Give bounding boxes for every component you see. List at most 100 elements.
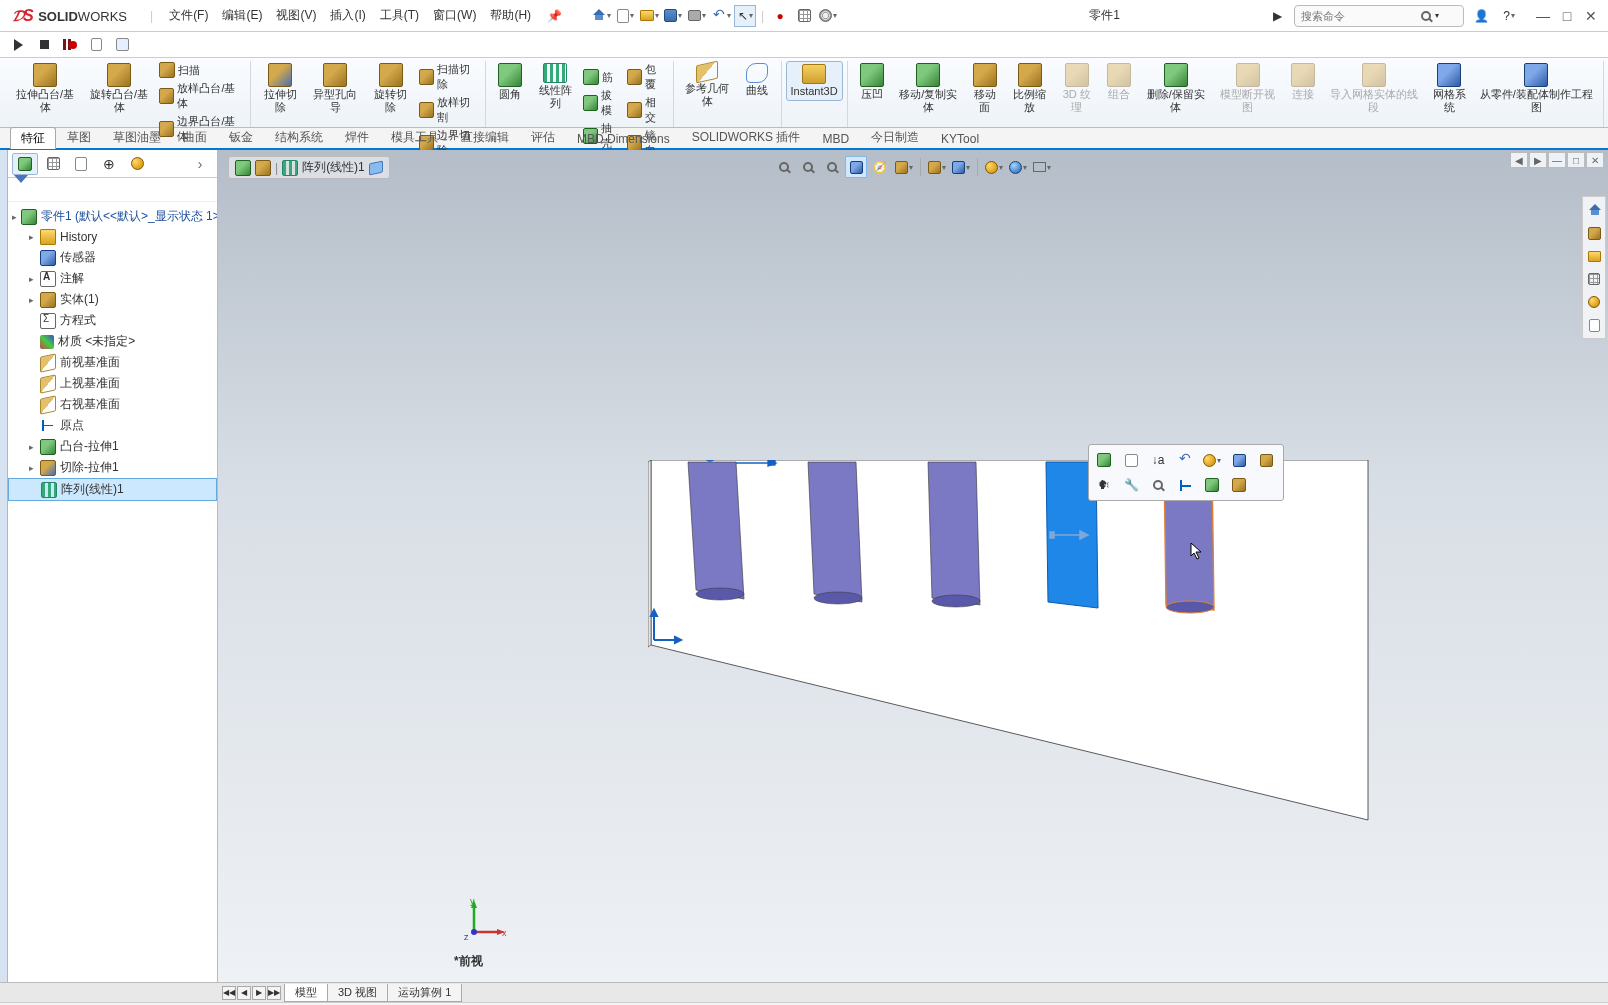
mesh-button[interactable]: 网格系统: [1424, 61, 1474, 115]
tab-addins[interactable]: SOLIDWORKS 插件: [681, 126, 812, 148]
intersect-button[interactable]: 相交: [624, 94, 668, 126]
tree-linear-pattern[interactable]: 阵列(线性)1: [8, 478, 217, 501]
tab-ink[interactable]: 草图油墨: [102, 126, 172, 148]
tree-front-plane[interactable]: 前视基准面: [8, 352, 217, 373]
btab-prev-icon[interactable]: ◀: [237, 986, 251, 1000]
help-icon[interactable]: ? ▾: [1498, 5, 1520, 27]
rib-button[interactable]: 筋: [580, 68, 624, 86]
menu-insert[interactable]: 插入(I): [324, 4, 371, 27]
tree-history[interactable]: ▸History: [8, 227, 217, 247]
taskpane-appearance-icon[interactable]: [1584, 292, 1604, 312]
tab-weld[interactable]: 焊件: [334, 126, 380, 148]
tab-eval[interactable]: 评估: [520, 126, 566, 148]
curves-button[interactable]: 曲线: [737, 61, 777, 109]
save-icon[interactable]: ▾: [662, 5, 684, 27]
tab-direct[interactable]: 直接编辑: [450, 126, 520, 148]
tab-surface[interactable]: 曲面: [172, 126, 218, 148]
move-face-button[interactable]: 移动面: [965, 61, 1005, 115]
vp-close-icon[interactable]: ✕: [1586, 152, 1604, 168]
macro-stop-icon[interactable]: [34, 35, 54, 55]
tab-instant[interactable]: 今日制造: [860, 126, 930, 148]
tab-mbd-dim[interactable]: MBD Dimensions: [566, 129, 681, 148]
tab-mbd[interactable]: MBD: [811, 129, 860, 148]
menu-tools[interactable]: 工具(T): [374, 4, 425, 27]
vp-min-icon[interactable]: —: [1548, 152, 1566, 168]
task-pane-toggle-icon[interactable]: ▶: [1266, 5, 1288, 27]
btab-model[interactable]: 模型: [284, 984, 328, 1002]
view-orientation-icon[interactable]: ▾: [893, 156, 915, 178]
menu-edit[interactable]: 编辑(E): [216, 4, 268, 27]
loft-cut-button[interactable]: 放样切割: [416, 94, 482, 126]
wrap-button[interactable]: 包覆: [624, 61, 668, 93]
print-icon[interactable]: ▾: [686, 5, 708, 27]
ctx-measure-icon[interactable]: 🔧: [1120, 474, 1142, 496]
btab-next-icon[interactable]: ▶: [252, 986, 266, 1000]
search-input[interactable]: [1301, 10, 1421, 22]
section-view-icon[interactable]: [845, 156, 867, 178]
btab-last-icon[interactable]: ▶▶: [267, 986, 281, 1000]
move-copy-button[interactable]: 移动/复制实体: [892, 61, 965, 115]
tree-boss-extrude[interactable]: ▸凸台-拉伸1: [8, 436, 217, 457]
open-icon[interactable]: ▾: [638, 5, 660, 27]
model-geometry[interactable]: [648, 460, 1378, 840]
instant3d-button[interactable]: Instant3D: [786, 61, 843, 101]
taskpane-resources-icon[interactable]: [1584, 223, 1604, 243]
tab-mold[interactable]: 模具工具: [380, 126, 450, 148]
btab-3dview[interactable]: 3D 视图: [327, 984, 388, 1002]
vp-next-icon[interactable]: ▶: [1529, 152, 1547, 168]
menu-view[interactable]: 视图(V): [270, 4, 322, 27]
search-icon[interactable]: [1421, 11, 1431, 21]
tree-solid-bodies[interactable]: ▸实体(1): [8, 289, 217, 310]
tab-struct[interactable]: 结构系统: [264, 126, 334, 148]
hide-show-icon[interactable]: ▾: [950, 156, 972, 178]
close-button[interactable]: ✕: [1580, 6, 1602, 26]
taskpane-view-palette-icon[interactable]: [1584, 269, 1604, 289]
scale-button[interactable]: 比例缩放: [1005, 61, 1055, 115]
select-icon[interactable]: ↖▾: [734, 5, 756, 27]
edit-appearance-icon[interactable]: ▾: [983, 156, 1005, 178]
tree-cut-extrude[interactable]: ▸切除-拉伸1: [8, 457, 217, 478]
tree-origin[interactable]: 原点: [8, 415, 217, 436]
tree-tab-feature-icon[interactable]: [12, 153, 38, 175]
search-box[interactable]: ▾: [1294, 5, 1464, 27]
taskpane-home-icon[interactable]: [1584, 200, 1604, 220]
undo-icon[interactable]: ▾: [710, 5, 732, 27]
tree-tab-property-icon[interactable]: [40, 153, 66, 175]
ctx-zoom-fit-icon[interactable]: [1147, 474, 1169, 496]
loft-boss-button[interactable]: 放样凸台/基体: [156, 80, 246, 112]
tree-tab-dimexpert-icon[interactable]: ⊕: [96, 153, 122, 175]
previous-view-icon[interactable]: [821, 156, 843, 178]
menu-help[interactable]: 帮助(H): [484, 4, 537, 27]
zoom-fit-icon[interactable]: [773, 156, 795, 178]
indent-button[interactable]: 压凹: [852, 61, 892, 115]
maximize-button[interactable]: □: [1556, 6, 1578, 26]
tree-tab-more-icon[interactable]: ›: [187, 153, 213, 175]
ctx-normal-to-icon[interactable]: ↓a: [1147, 449, 1169, 471]
feature-tree[interactable]: ▸零件1 (默认<<默认>_显示状态 1>) ▸History 传感器 ▸注解 …: [8, 202, 217, 982]
options-list-icon[interactable]: [793, 5, 815, 27]
ctx-zoom-selection-icon[interactable]: [1120, 449, 1142, 471]
viewport[interactable]: ◀ ▶ — □ ✕ | 阵列(线性)1 🧭 ▾ ▾ ▾ ▾: [218, 150, 1608, 982]
delete-keep-button[interactable]: 删除/保留实体: [1139, 61, 1212, 115]
ctx-save-selection-icon[interactable]: [1255, 449, 1277, 471]
tree-tab-config-icon[interactable]: [68, 153, 94, 175]
pin-icon[interactable]: 📌: [539, 9, 570, 23]
derive-button[interactable]: 从零件/装配体制作工程图: [1474, 61, 1599, 115]
tab-feature[interactable]: 特征: [10, 127, 56, 149]
minimize-button[interactable]: —: [1532, 6, 1554, 26]
ctx-hidden-lines-icon[interactable]: [1093, 449, 1115, 471]
ctx-body2-icon[interactable]: [1228, 474, 1250, 496]
draft-button[interactable]: 拔模: [580, 87, 624, 119]
tab-sheet[interactable]: 钣金: [218, 126, 264, 148]
display-style-icon[interactable]: ▾: [926, 156, 948, 178]
texture-button[interactable]: 3D 纹理: [1054, 61, 1099, 115]
tab-sketch[interactable]: 草图: [56, 126, 102, 148]
vp-max-icon[interactable]: □: [1567, 152, 1585, 168]
section-button[interactable]: 模型断开视图: [1212, 61, 1282, 115]
tree-right-plane[interactable]: 右视基准面: [8, 394, 217, 415]
new-icon[interactable]: ▾: [614, 5, 636, 27]
breadcrumb[interactable]: | 阵列(线性)1: [228, 156, 390, 179]
ctx-isolate-icon[interactable]: [1228, 449, 1250, 471]
ctx-appearance-icon[interactable]: ▾: [1201, 449, 1223, 471]
tree-equations[interactable]: 方程式: [8, 310, 217, 331]
